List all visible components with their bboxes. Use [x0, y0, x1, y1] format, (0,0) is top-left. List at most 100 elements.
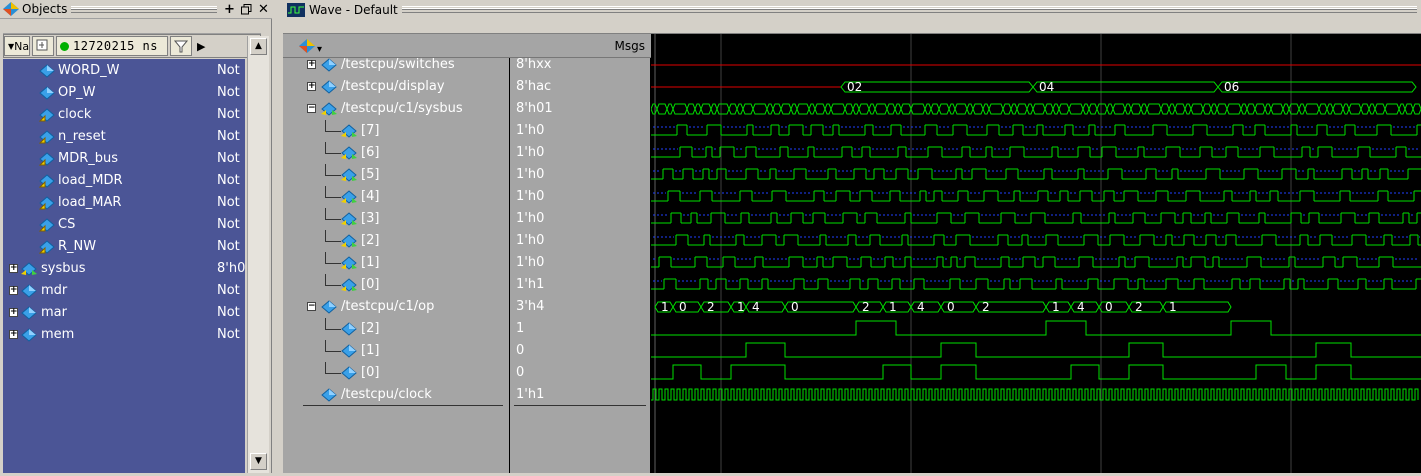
signal-name-row[interactable]: [7] — [283, 120, 510, 142]
signal-value-row[interactable]: 8'hac — [510, 76, 651, 98]
signal-value-row[interactable]: 1'h1 — [510, 384, 651, 406]
add-button[interactable]: + — [221, 1, 238, 17]
object-row[interactable]: + mar Not — [3, 302, 245, 324]
signal-name: [0] — [361, 365, 380, 380]
signal-name-row[interactable]: [2] — [283, 318, 510, 340]
wave-sysbus-segment — [1374, 103, 1386, 115]
wave-sysbus-segment — [1044, 103, 1054, 115]
wave-sysbus-segment — [1404, 103, 1414, 115]
expand-plus-icon[interactable]: + — [9, 308, 18, 317]
signal-name-row[interactable]: [2] — [283, 230, 510, 252]
signal-name-row[interactable]: + /testcpu/switches — [283, 54, 510, 76]
scroll-down-icon[interactable]: ▼ — [250, 453, 267, 470]
wave-title-grip[interactable] — [401, 6, 1418, 13]
wave-sysbus-segment — [710, 103, 718, 115]
scroll-up-icon[interactable]: ▲ — [250, 38, 267, 55]
signal-value-row[interactable]: 1'h0 — [510, 186, 651, 208]
object-row[interactable]: R_NW Not — [3, 236, 245, 258]
inout-port-icon — [341, 190, 357, 204]
signal-value-row[interactable]: 0 — [510, 362, 651, 384]
filter-icon[interactable] — [170, 36, 192, 56]
signal-value-row[interactable]: 1'h1 — [510, 274, 651, 296]
signal-value-row[interactable]: 1'h0 — [510, 230, 651, 252]
objects-title-grip[interactable] — [71, 5, 217, 13]
find-icon[interactable] — [32, 36, 54, 56]
object-row[interactable]: MDR_bus Not — [3, 148, 245, 170]
waveform-area[interactable]: 02 04 06 1 0 2 1 4 0 2 1 4 0 2 1 4 0 2 1 — [650, 34, 1421, 473]
signal-value-row[interactable]: 1'h0 — [510, 252, 651, 274]
object-row[interactable]: clock Not — [3, 104, 245, 126]
signal-name-row[interactable]: [4] — [283, 186, 510, 208]
object-value: Not — [217, 305, 240, 320]
name-column-header[interactable]: ▼ Na — [4, 36, 30, 56]
wave-sysbus-segment — [1254, 103, 1266, 115]
wave-sysbus-segment — [650, 103, 658, 115]
object-name: sysbus — [41, 261, 86, 276]
wave-sysbus-segment — [1304, 103, 1320, 115]
object-value: Not — [217, 173, 240, 188]
undock-icon[interactable] — [238, 1, 255, 17]
signal-value-row[interactable]: 1'h0 — [510, 142, 651, 164]
objects-scrollbar[interactable]: ▲ ▼ — [247, 36, 269, 473]
object-row[interactable]: load_MDR Not — [3, 170, 245, 192]
object-name: n_reset — [58, 129, 106, 144]
name-column-label: Na — [14, 39, 30, 53]
toolbar-more-icon[interactable]: ▶ — [194, 36, 208, 56]
signal-name-row[interactable]: [0] — [283, 274, 510, 296]
object-row[interactable]: + mem Not — [3, 324, 245, 346]
object-row[interactable]: OP_W Not — [3, 82, 245, 104]
signal-name-row[interactable]: /testcpu/clock — [283, 384, 510, 406]
wave-op-segment — [910, 301, 942, 313]
signal-name-row[interactable]: − /testcpu/c1/sysbus — [283, 98, 510, 120]
signal-value-row[interactable]: 1'h0 — [510, 208, 651, 230]
expand-plus-icon[interactable]: + — [9, 264, 18, 273]
wave-sysbus-segment — [982, 103, 990, 115]
expand-plus-icon[interactable]: + — [9, 286, 18, 295]
wave-sysbus-segment — [1184, 103, 1192, 115]
object-row[interactable]: load_MAR Not — [3, 192, 245, 214]
signal-name-row[interactable]: [1] — [283, 340, 510, 362]
signal-diamond-icon — [321, 80, 337, 94]
signal-value-row[interactable]: 8'hxx — [510, 54, 651, 76]
signal-value-row[interactable]: 3'h4 — [510, 296, 651, 318]
sim-time-value: 12720215 ns — [73, 39, 158, 53]
waveform-canvas[interactable]: 02 04 061 0 2 1 4 0 2 1 4 0 2 1 4 0 2 1 — [650, 34, 1421, 473]
signal-value-row[interactable]: 0 — [510, 340, 651, 362]
wave-op-label: 0 — [679, 300, 687, 314]
objects-title: Objects — [22, 2, 68, 16]
wave-sysbus-segment — [1332, 103, 1344, 115]
expand-plus-icon[interactable]: + — [307, 82, 316, 91]
object-value: Not — [217, 239, 240, 254]
object-row[interactable]: WORD_W Not — [3, 60, 245, 82]
signal-name-row[interactable]: [5] — [283, 164, 510, 186]
objects-titlebar[interactable]: Objects + ✕ — [0, 0, 272, 19]
signal-value-row[interactable]: 1'h0 — [510, 120, 651, 142]
wave-op-label: 1 — [889, 300, 897, 314]
signal-value-row[interactable]: 8'h01 — [510, 98, 651, 120]
signal-name-row[interactable]: [0] — [283, 362, 510, 384]
collapse-minus-icon[interactable]: − — [307, 104, 316, 113]
signal-name-row[interactable]: [1] — [283, 252, 510, 274]
signal-name-row[interactable]: + /testcpu/display — [283, 76, 510, 98]
wave-logo-icon[interactable]: ▾ — [299, 38, 325, 55]
wave-sysbus-segment — [1130, 103, 1142, 115]
expand-plus-icon[interactable]: + — [307, 60, 316, 69]
object-row[interactable]: + mdr Not — [3, 280, 245, 302]
object-row[interactable]: + sysbus 8'h0 — [3, 258, 245, 280]
wave-op-segment — [700, 301, 732, 313]
signal-name-row[interactable]: [3] — [283, 208, 510, 230]
signal-name-row[interactable]: [6] — [283, 142, 510, 164]
expand-plus-icon[interactable]: + — [9, 330, 18, 339]
object-row[interactable]: n_reset Not — [3, 126, 245, 148]
collapse-minus-icon[interactable]: − — [307, 302, 316, 311]
wave-op-segment — [1070, 301, 1100, 313]
wave-op-label: 4 — [917, 300, 925, 314]
close-icon[interactable]: ✕ — [255, 1, 272, 17]
signal-value-row[interactable]: 1 — [510, 318, 651, 340]
object-value: Not — [217, 63, 240, 78]
signal-name-row[interactable]: − /testcpu/c1/op — [283, 296, 510, 318]
signal-value-row[interactable]: 1'h0 — [510, 164, 651, 186]
object-row[interactable]: CS Not — [3, 214, 245, 236]
wave-sysbus-segment — [728, 103, 738, 115]
wave-titlebar[interactable]: Wave - Default — [283, 0, 1421, 19]
